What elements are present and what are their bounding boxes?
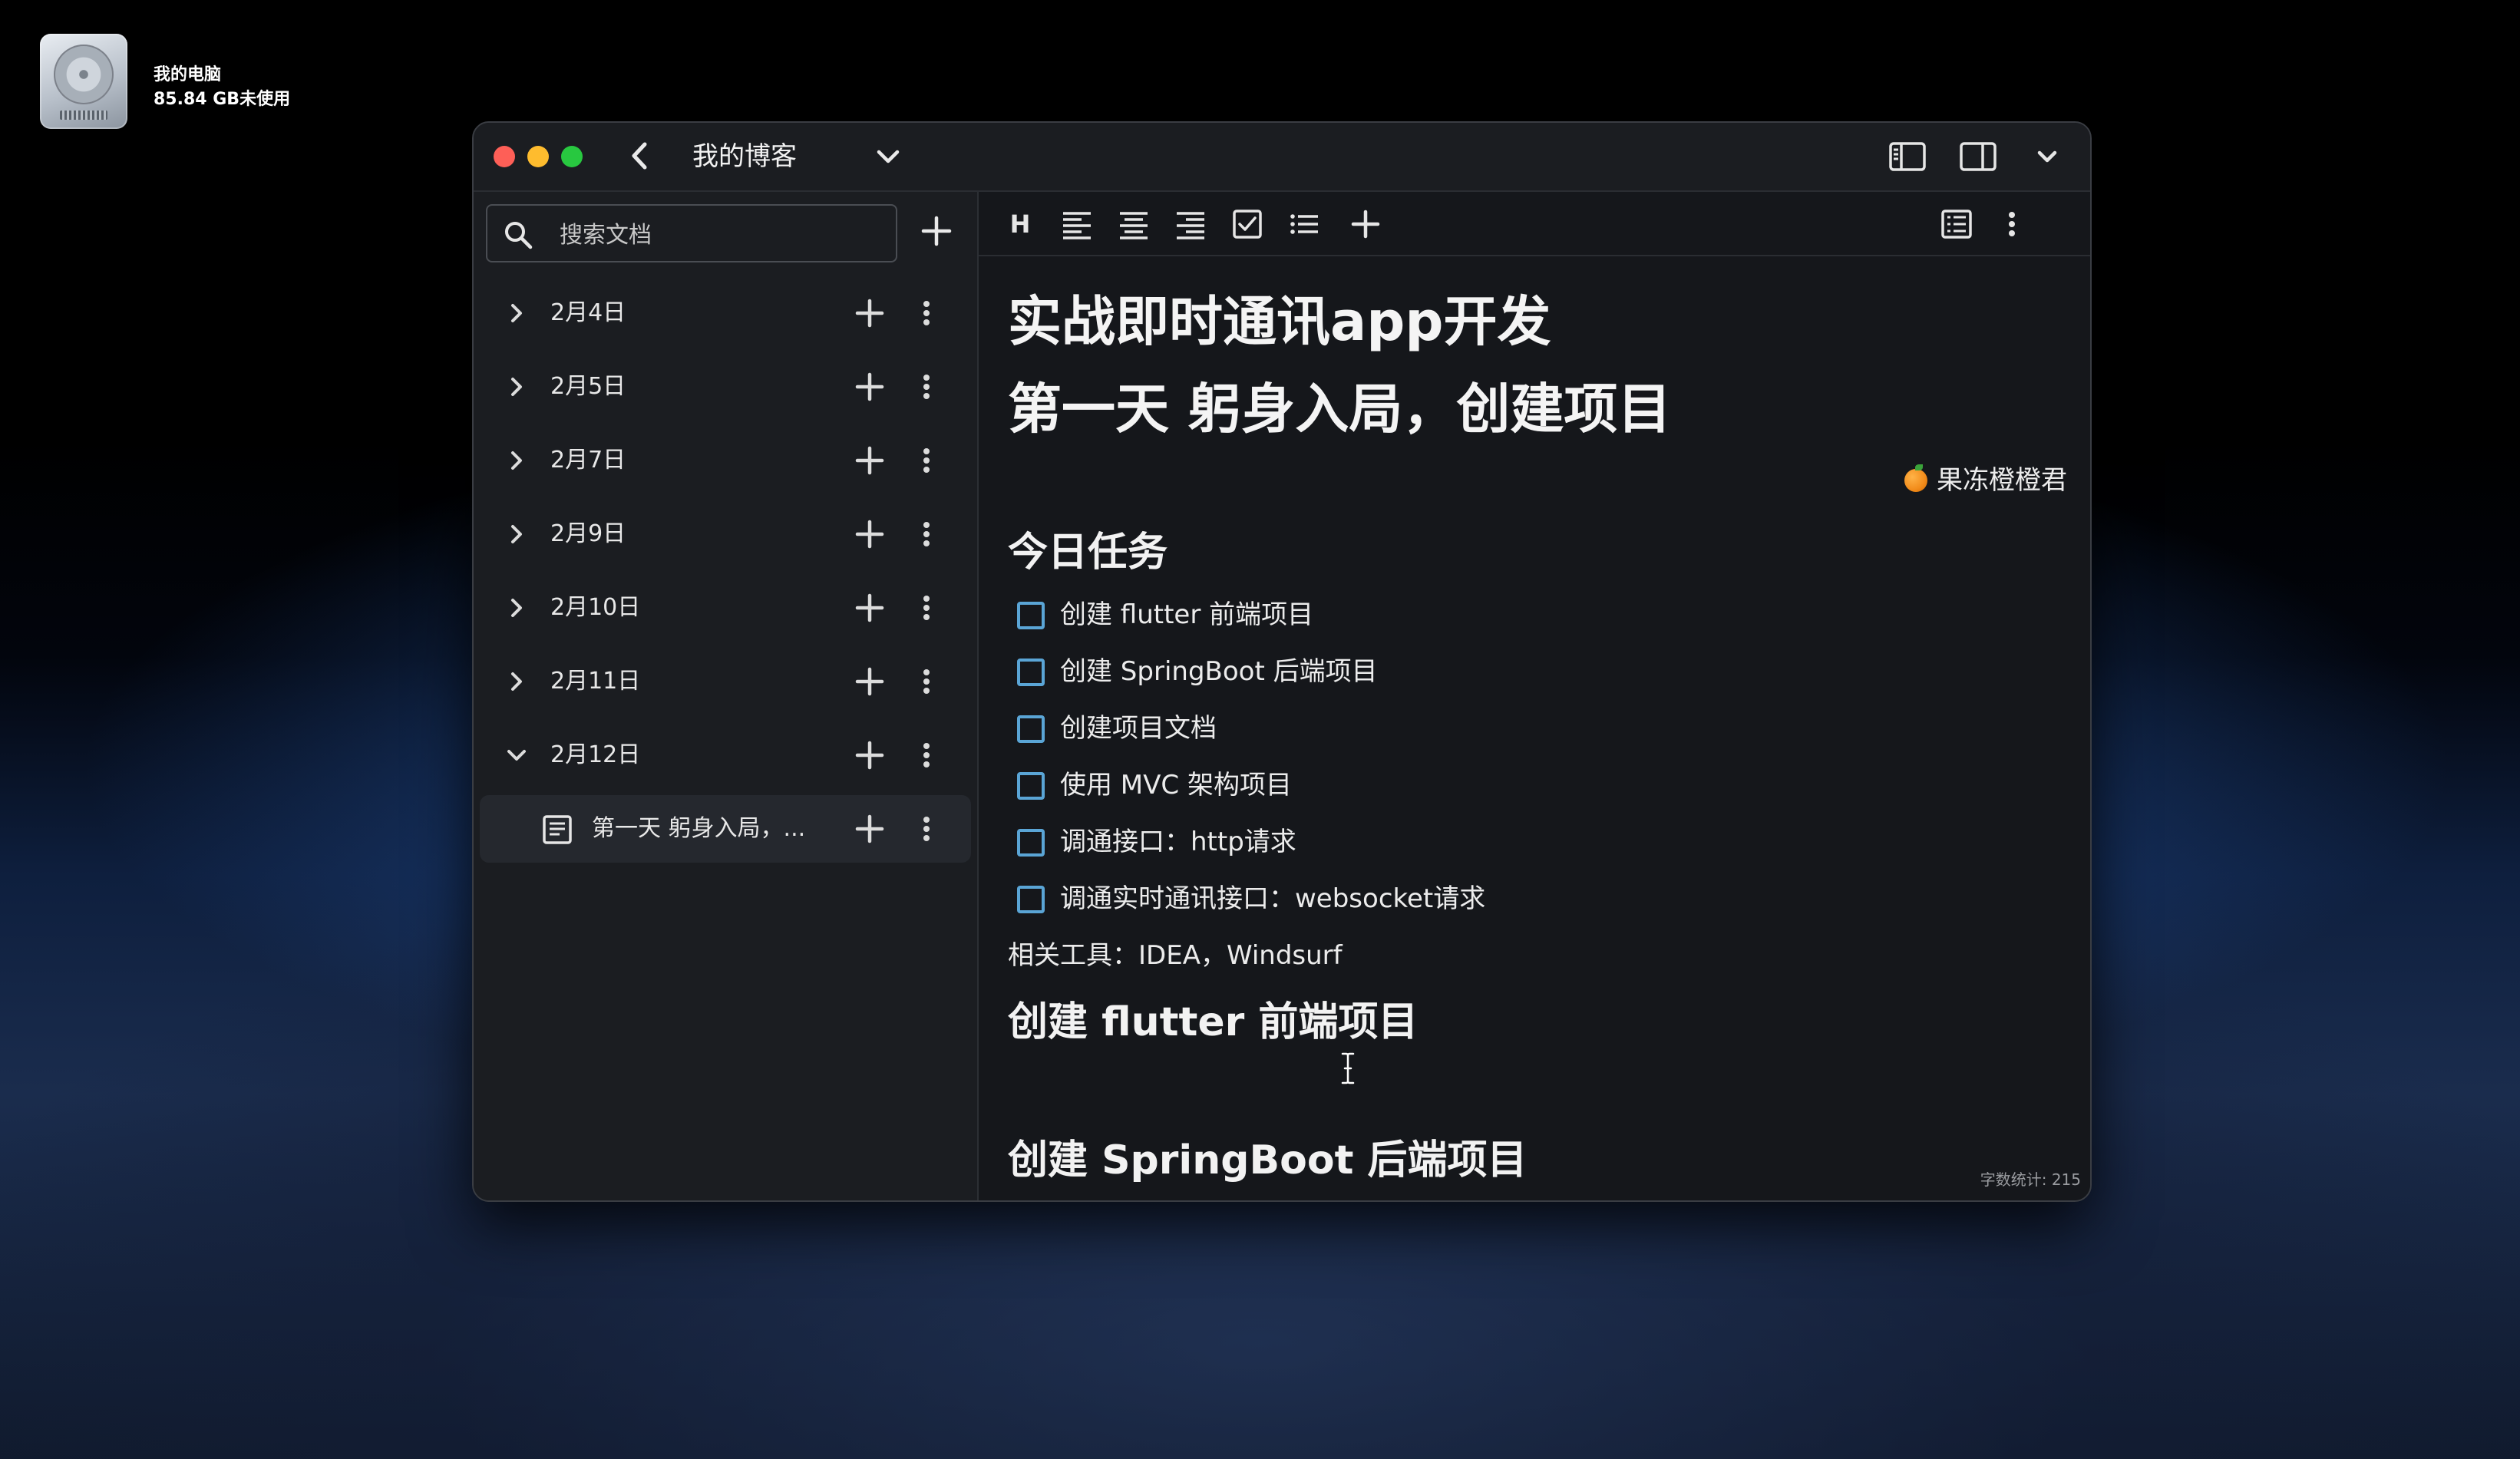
doc-title-line1: 实战即时通讯app开发 (1008, 290, 1551, 353)
outline-view-icon[interactable] (1938, 206, 1975, 243)
task-label: 调通实时通讯接口：websocket请求 (1060, 883, 1486, 914)
close-window-button[interactable] (494, 146, 515, 167)
more-options-icon[interactable] (917, 589, 936, 626)
sidebar-item-label: 2月4日 (550, 299, 626, 326)
tools-paragraph: 相关工具：IDEA，Windsurf (1008, 940, 1343, 971)
editor-pane: H 实战即时通讯app开发 第一天 躬身入局，创建项目 果冻橙橙君 今日任务 创… (979, 192, 2090, 1200)
more-options-icon[interactable] (917, 810, 936, 847)
sidebar-item-feb4[interactable]: 2月4日 (480, 279, 971, 347)
desktop-drive[interactable] (37, 34, 130, 132)
insert-plus-icon[interactable] (1347, 206, 1384, 243)
minimize-window-button[interactable] (527, 146, 549, 167)
sidebar-item-feb9[interactable]: 2月9日 (480, 500, 971, 568)
sidebar-item-label: 2月10日 (550, 594, 641, 621)
chevron-right-icon[interactable] (503, 447, 530, 474)
app-window: 我的博客 搜索文档 2月4日 2月5日 2月7日 2月9日 2月10日 2月11… (472, 121, 2092, 1202)
task-checkbox[interactable] (1017, 602, 1045, 629)
orange-emoji-icon (1904, 464, 1927, 492)
section-heading-flutter: 创建 flutter 前端项目 (1008, 999, 1419, 1045)
chevron-right-icon[interactable] (503, 668, 530, 695)
add-child-button[interactable] (851, 737, 888, 774)
chevron-right-icon[interactable] (503, 594, 530, 622)
add-child-button[interactable] (851, 663, 888, 700)
add-child-button[interactable] (851, 442, 888, 479)
chevron-right-icon[interactable] (503, 520, 530, 548)
sidebar-child-label: 第一天 躬身入局，... (592, 815, 806, 842)
more-options-icon[interactable] (917, 442, 936, 479)
author-line: 果冻橙橙君 (1904, 464, 2067, 497)
sidebar-item-label: 2月12日 (550, 741, 641, 768)
sidebar-child-document[interactable]: 第一天 躬身入局，... (480, 795, 971, 863)
chevron-right-icon[interactable] (503, 373, 530, 401)
sidebar-item-feb11[interactable]: 2月11日 (480, 648, 971, 715)
sidebar-item-feb7[interactable]: 2月7日 (480, 427, 971, 494)
format-toolbar: H (979, 192, 2090, 256)
checkbox-list-icon[interactable] (1229, 206, 1266, 243)
task-label: 创建项目文档 (1060, 713, 1217, 744)
tasks-heading: 今日任务 (1008, 530, 1168, 576)
search-input[interactable] (560, 218, 882, 252)
sidebar-item-feb12[interactable]: 2月12日 (480, 721, 971, 789)
sidebar-item-label: 2月5日 (550, 373, 626, 400)
task-checkbox[interactable] (1017, 886, 1045, 913)
chevron-down-icon[interactable] (503, 741, 530, 769)
workspace-title[interactable]: 我的博客 (692, 140, 797, 173)
search-icon (505, 222, 533, 249)
more-options-icon[interactable] (917, 368, 936, 405)
bullet-list-icon[interactable] (1286, 206, 1323, 243)
toggle-right-sidebar-icon[interactable] (1958, 138, 1998, 175)
more-options-icon[interactable] (917, 516, 936, 553)
task-checkbox[interactable] (1017, 772, 1045, 800)
add-child-button[interactable] (851, 295, 888, 332)
task-label: 创建 flutter 前端项目 (1060, 599, 1314, 630)
chevron-right-icon[interactable] (503, 299, 530, 327)
sidebar-item-feb5[interactable]: 2月5日 (480, 353, 971, 421)
heading-button[interactable]: H (1002, 206, 1039, 243)
author-name: 果冻橙橙君 (1937, 465, 2067, 496)
word-count: 字数统计: 215 (1980, 1170, 2081, 1189)
sidebar-item-label: 2月11日 (550, 668, 641, 695)
task-label: 创建 SpringBoot 后端项目 (1060, 656, 1378, 687)
workspace-dropdown-chevron-icon[interactable] (871, 140, 905, 173)
task-checkbox[interactable] (1017, 659, 1045, 686)
more-options-icon[interactable] (917, 663, 936, 700)
add-child-button[interactable] (851, 810, 888, 847)
align-right-icon[interactable] (1172, 206, 1209, 243)
sidebar-item-feb10[interactable]: 2月10日 (480, 574, 971, 642)
align-left-icon[interactable] (1059, 206, 1095, 243)
text-cursor-icon (1341, 1052, 1355, 1084)
drive-free-space: 85.84 GB未使用 (154, 90, 291, 109)
add-child-button[interactable] (851, 589, 888, 626)
add-child-button[interactable] (851, 516, 888, 553)
doc-title-line2: 第一天 躬身入局，创建项目 (1008, 378, 1672, 441)
document-icon (543, 815, 572, 844)
sidebar-item-label: 2月9日 (550, 520, 626, 547)
desktop-drive-label: 我的电脑 85.84 GB未使用 (154, 63, 290, 112)
window-menu-chevron-icon[interactable] (2027, 138, 2067, 175)
more-options-icon[interactable] (917, 737, 936, 774)
section-heading-springboot: 创建 SpringBoot 后端项目 (1008, 1137, 1528, 1183)
task-label: 使用 MVC 架构项目 (1060, 770, 1292, 800)
task-checkbox[interactable] (1017, 715, 1045, 743)
back-chevron-icon[interactable] (621, 137, 659, 175)
task-checkbox[interactable] (1017, 829, 1045, 857)
editor-more-options-icon[interactable] (2003, 206, 2021, 243)
toggle-left-sidebar-icon[interactable] (1888, 138, 1927, 175)
zoom-window-button[interactable] (561, 146, 583, 167)
sidebar-item-label: 2月7日 (550, 447, 626, 474)
document-sidebar: 2月4日 2月5日 2月7日 2月9日 2月10日 (474, 192, 979, 1200)
title-bar: 我的博客 (474, 123, 2090, 192)
align-center-icon[interactable] (1115, 206, 1152, 243)
search-box[interactable] (486, 204, 897, 262)
drive-name: 我的电脑 (154, 65, 222, 84)
add-document-button[interactable] (917, 212, 956, 250)
more-options-icon[interactable] (917, 295, 936, 332)
hard-drive-icon (40, 34, 127, 129)
add-child-button[interactable] (851, 368, 888, 405)
task-label: 调通接口：http请求 (1060, 827, 1296, 857)
